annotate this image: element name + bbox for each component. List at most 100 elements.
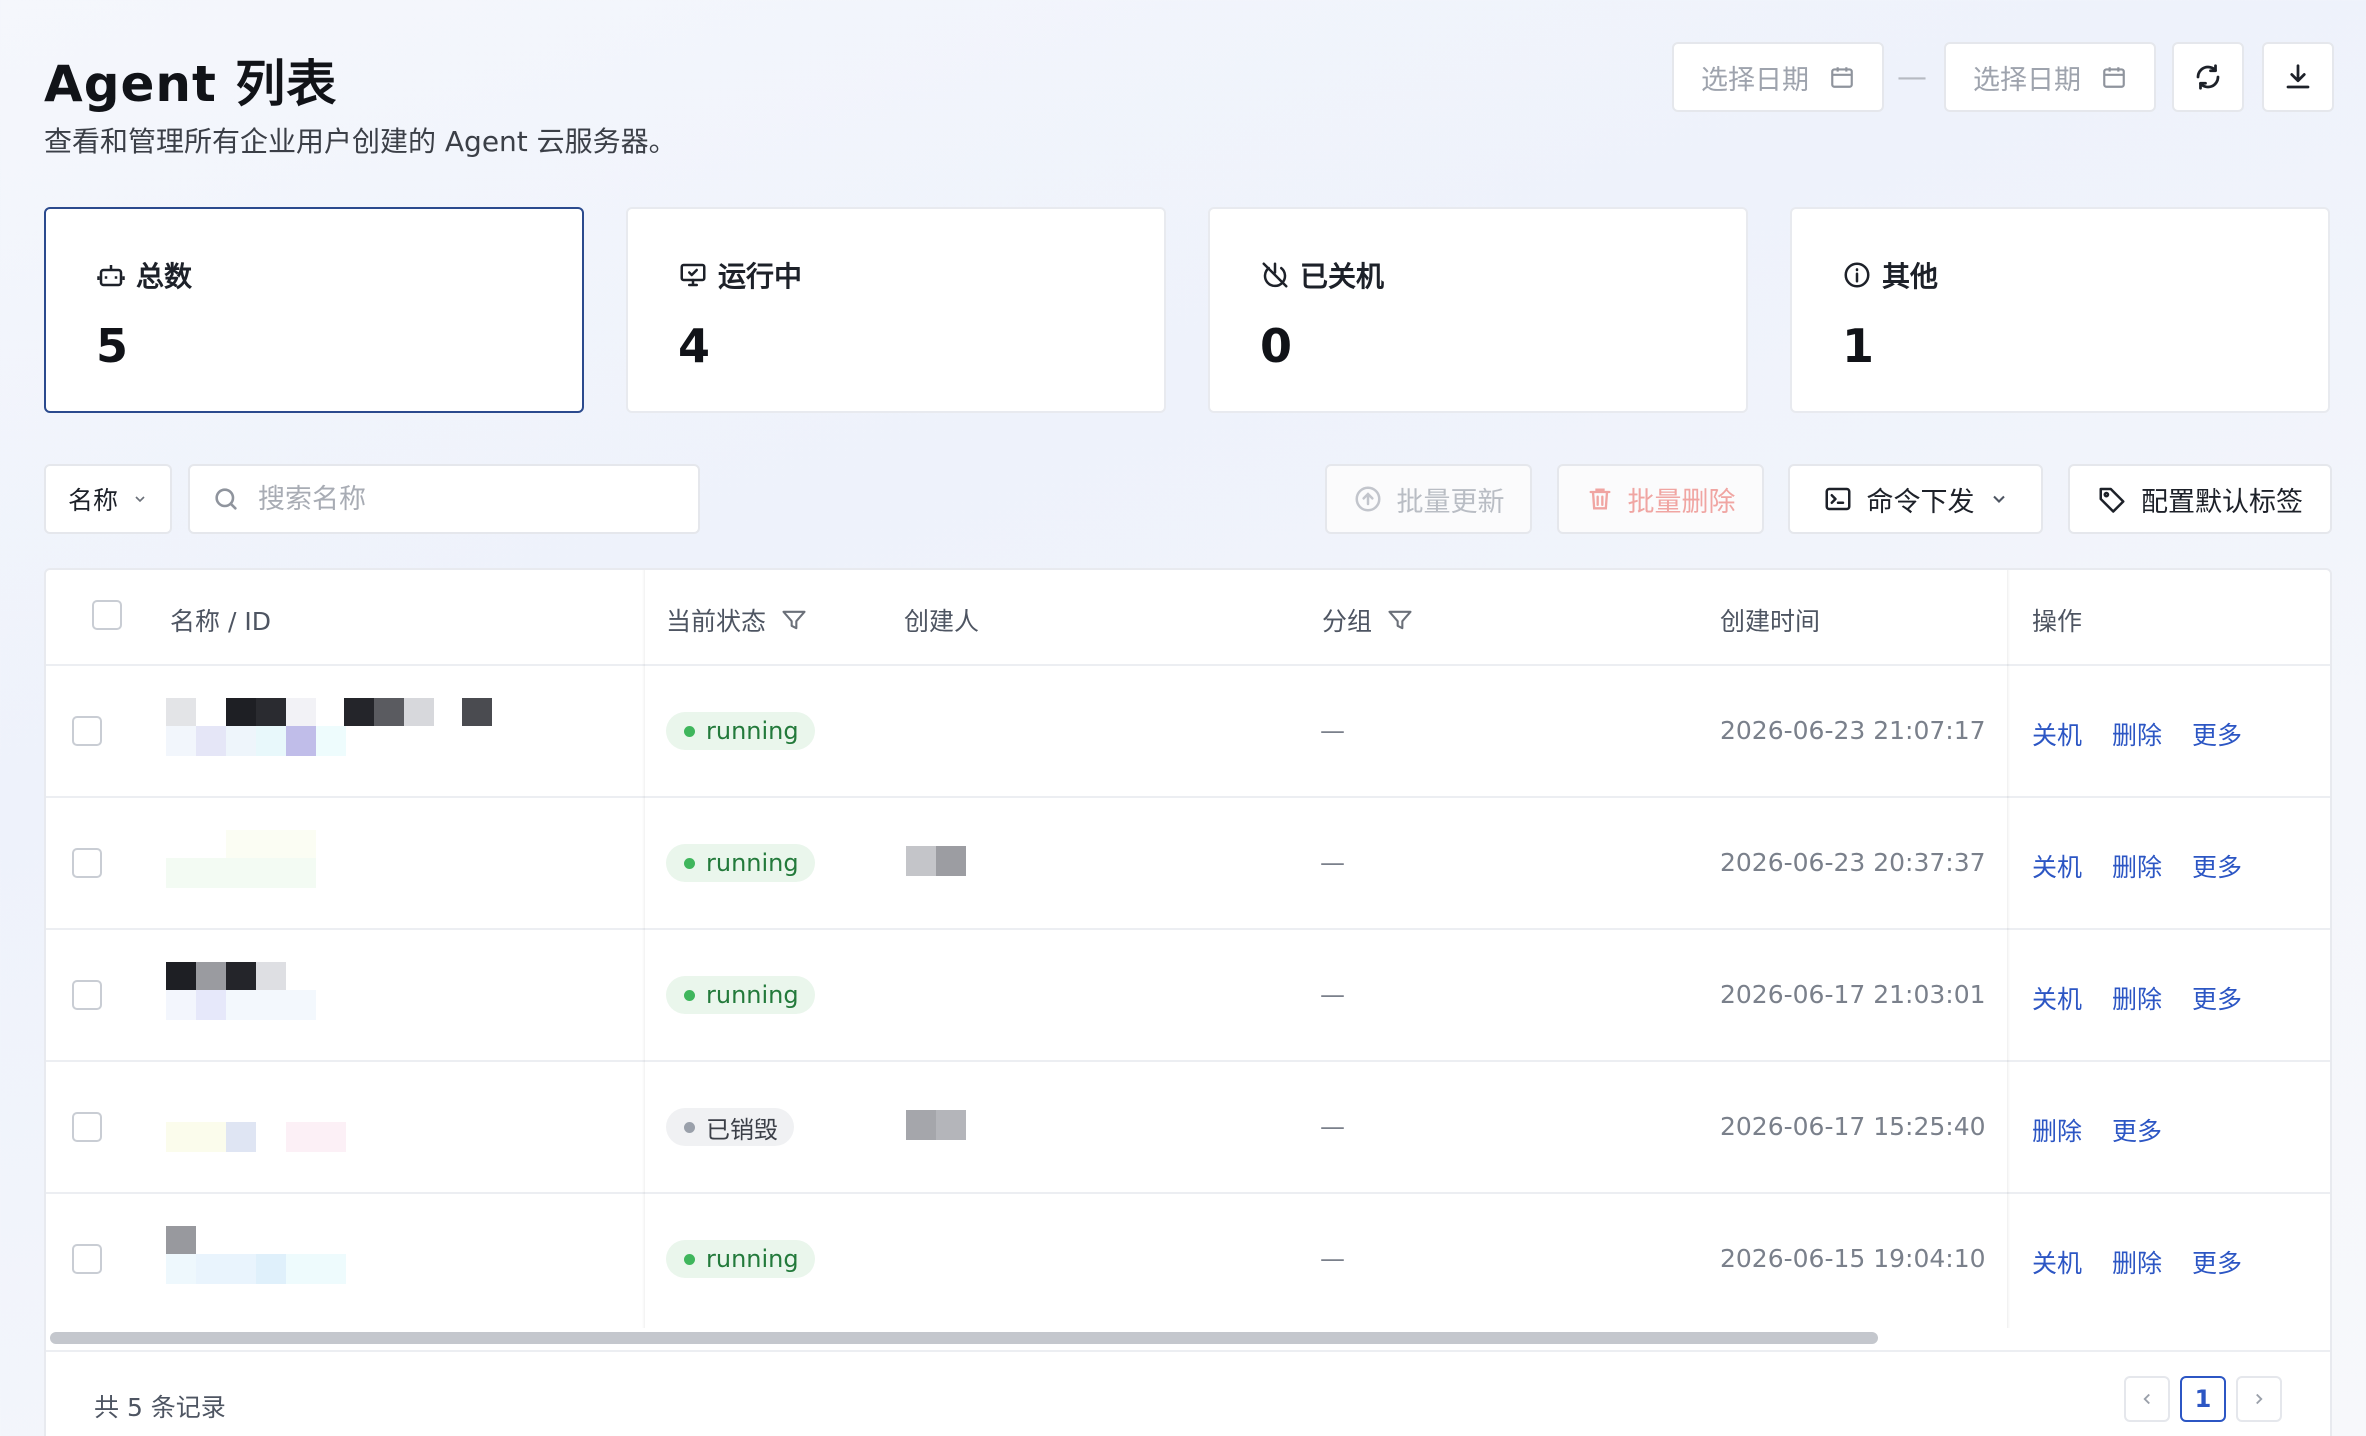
column-divider: [642, 570, 645, 1330]
search-icon: [215, 488, 237, 510]
row-checkbox[interactable]: [72, 716, 102, 746]
group-value: —: [1320, 848, 1345, 877]
status-badge: running: [666, 712, 815, 750]
column-name-label: 名称 / ID: [170, 607, 271, 636]
chevron-down-icon: [135, 496, 145, 503]
upload-circle-icon: [1355, 486, 1380, 512]
group-value: —: [1320, 980, 1345, 1009]
stat-card-other[interactable]: 其他 1: [1790, 207, 2330, 413]
row-checkbox[interactable]: [72, 1112, 102, 1142]
table-row: running — 2026-06-23 21:07:17 关机 删除 更多: [46, 666, 2330, 798]
delete-link[interactable]: 删除: [2032, 1112, 2082, 1148]
select-all-checkbox[interactable]: [92, 600, 122, 630]
power-off-icon: [1262, 262, 1288, 288]
command-dispatch-dropdown[interactable]: 命令下发: [1788, 464, 2043, 534]
shutdown-link[interactable]: 关机: [2032, 1244, 2082, 1280]
search-field-label: 名称: [67, 486, 118, 515]
page-title: Agent 列表: [44, 55, 338, 113]
row-checkbox[interactable]: [72, 1244, 102, 1274]
stat-card-stopped[interactable]: 已关机 0: [1208, 207, 1748, 413]
terminal-icon: [1825, 487, 1850, 511]
monitor-check-icon: [680, 263, 706, 287]
created-at-value: 2026-06-15 19:04:10: [1720, 1244, 1986, 1273]
horizontal-scrollbar[interactable]: [46, 1328, 2330, 1348]
column-header-actions: 操作: [2032, 602, 2082, 638]
fixed-column-shadow: [2007, 570, 2010, 1330]
robot-icon: [97, 265, 125, 287]
status-badge: running: [666, 844, 815, 882]
redacted-name-id: [166, 1226, 366, 1286]
download-icon: [2286, 64, 2310, 89]
stat-label: 已关机: [1300, 260, 1385, 293]
refresh-button[interactable]: [2172, 42, 2244, 112]
prev-page-button[interactable]: [2124, 1376, 2170, 1422]
batch-delete-label: 批量删除: [1627, 486, 1736, 518]
search-input[interactable]: [258, 483, 678, 515]
status-badge: 已销毁: [666, 1108, 794, 1146]
delete-link[interactable]: 删除: [2112, 980, 2162, 1016]
created-at-value: 2026-06-23 21:07:17: [1720, 716, 1986, 745]
group-value: —: [1320, 1112, 1345, 1141]
scrollbar-thumb[interactable]: [50, 1332, 1878, 1344]
row-checkbox[interactable]: [72, 848, 102, 878]
table-header: 名称 / ID 当前状态 创建人 分组 创建时间 操作: [46, 570, 2330, 666]
stat-value: 0: [1260, 319, 1293, 373]
column-header-group: 分组: [1322, 602, 1414, 638]
batch-delete-button[interactable]: 批量删除: [1557, 464, 1764, 534]
download-button[interactable]: [2262, 42, 2334, 112]
chevron-down-icon: [1992, 495, 2005, 503]
default-tags-label: 配置默认标签: [2141, 486, 2303, 518]
date-separator: —: [1897, 60, 1927, 95]
more-link[interactable]: 更多: [2112, 1112, 2162, 1148]
delete-link[interactable]: 删除: [2112, 848, 2162, 884]
delete-link[interactable]: 删除: [2112, 1244, 2162, 1280]
stat-card-running[interactable]: 运行中 4: [626, 207, 1166, 413]
redacted-name-id: [166, 698, 526, 758]
next-page-button[interactable]: [2236, 1376, 2282, 1422]
table-row: running — 2026-06-15 19:04:10 关机 删除 更多: [46, 1194, 2330, 1326]
more-link[interactable]: 更多: [2192, 848, 2242, 884]
status-badge: running: [666, 1240, 815, 1278]
row-checkbox[interactable]: [72, 980, 102, 1010]
shutdown-link[interactable]: 关机: [2032, 716, 2082, 752]
column-header-name: 名称 / ID: [170, 602, 271, 638]
refresh-icon: [2196, 64, 2220, 90]
search-box[interactable]: [188, 464, 700, 534]
date-start-picker[interactable]: 选择日期: [1672, 42, 1884, 112]
info-icon: [1844, 262, 1870, 288]
tag-icon: [2099, 487, 2125, 513]
more-link[interactable]: 更多: [2192, 1244, 2242, 1280]
total-records: 共 5 条记录: [94, 1393, 226, 1422]
batch-update-button[interactable]: 批量更新: [1325, 464, 1532, 534]
group-value: —: [1320, 716, 1345, 745]
search-field-select[interactable]: 名称: [44, 464, 172, 534]
stat-value: 5: [96, 319, 129, 373]
more-link[interactable]: 更多: [2192, 716, 2242, 752]
column-creator-label: 创建人: [904, 607, 980, 636]
group-value: —: [1320, 1244, 1345, 1273]
delete-link[interactable]: 删除: [2112, 716, 2162, 752]
filter-icon[interactable]: [780, 606, 808, 634]
status-badge: running: [666, 976, 815, 1014]
column-actions-label: 操作: [2032, 607, 2083, 636]
page-subtitle: 查看和管理所有企业用户创建的 Agent 云服务器。: [44, 125, 677, 158]
page-button-current[interactable]: 1: [2180, 1376, 2226, 1422]
trash-icon: [1589, 488, 1610, 510]
more-link[interactable]: 更多: [2192, 980, 2242, 1016]
stat-label: 其他: [1882, 260, 1939, 293]
created-at-value: 2026-06-17 15:25:40: [1720, 1112, 1986, 1141]
calendar-icon: [1831, 67, 1853, 88]
calendar-icon: [2103, 67, 2125, 88]
filter-icon[interactable]: [1386, 606, 1414, 634]
default-tags-button[interactable]: 配置默认标签: [2068, 464, 2332, 534]
date-end-picker[interactable]: 选择日期: [1944, 42, 2156, 112]
column-header-status: 当前状态: [666, 602, 808, 638]
shutdown-link[interactable]: 关机: [2032, 980, 2082, 1016]
column-status-label: 当前状态: [666, 607, 767, 636]
stat-card-total[interactable]: 总数 5: [44, 207, 584, 413]
stat-value: 4: [678, 319, 711, 373]
created-at-value: 2026-06-23 20:37:37: [1720, 848, 1986, 877]
shutdown-link[interactable]: 关机: [2032, 848, 2082, 884]
stat-value: 1: [1842, 319, 1875, 373]
column-header-creator: 创建人: [904, 602, 979, 638]
